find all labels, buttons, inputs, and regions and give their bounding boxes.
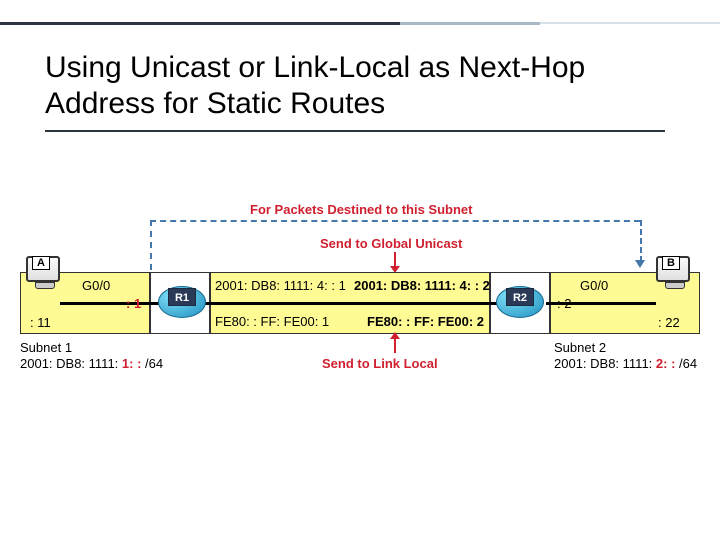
r2-left-linklocal: FE80: : FF: FE00: 2 [367, 314, 484, 329]
host-a-label: A [32, 256, 50, 270]
r2-right-if: G0/0 [580, 278, 608, 293]
caption-linklocal: Send to Link Local [322, 356, 438, 371]
page-title: Using Unicast or Link-Local as Next-Hop … [45, 50, 665, 132]
caption-destined: For Packets Destined to this Subnet [250, 202, 473, 217]
dashed-path [640, 220, 642, 262]
subnet-1-prefix: 2001: DB8: 1111: 1: : /64 [20, 356, 163, 371]
link-line [60, 302, 160, 305]
subnet-2-prefix: 2001: DB8: 1111: 2: : /64 [554, 356, 697, 371]
host-b-label: B [662, 256, 680, 270]
router-r2-label: R2 [506, 288, 534, 306]
header-rule [0, 22, 720, 26]
arrow-up-icon [390, 332, 400, 353]
router-r1-label: R1 [168, 288, 196, 306]
subnet-2-name: Subnet 2 [554, 340, 606, 355]
dashed-path [150, 220, 152, 270]
r1-left-local: : 1 [126, 296, 141, 311]
r2-right-local: : 2 [557, 296, 571, 311]
dashed-path [150, 220, 640, 222]
r1-left-if: G0/0 [82, 278, 110, 293]
host-b-addr: : 22 [658, 315, 680, 330]
r1-right-linklocal: FE80: : FF: FE00: 1 [215, 314, 329, 329]
caption-global: Send to Global Unicast [320, 236, 462, 251]
host-a: A [26, 256, 64, 289]
link-line [204, 302, 500, 305]
r1-right-global: 2001: DB8: 1111: 4: : 1 [215, 278, 346, 293]
host-a-addr: : 11 [30, 315, 51, 330]
arrow-down-icon [635, 260, 645, 268]
subnet-1-name: Subnet 1 [20, 340, 72, 355]
arrow-down-icon [390, 252, 400, 273]
network-diagram: For Packets Destined to this Subnet Send… [20, 180, 700, 460]
r2-left-global: 2001: DB8: 1111: 4: : 2 [354, 278, 490, 293]
host-b: B [656, 256, 694, 289]
